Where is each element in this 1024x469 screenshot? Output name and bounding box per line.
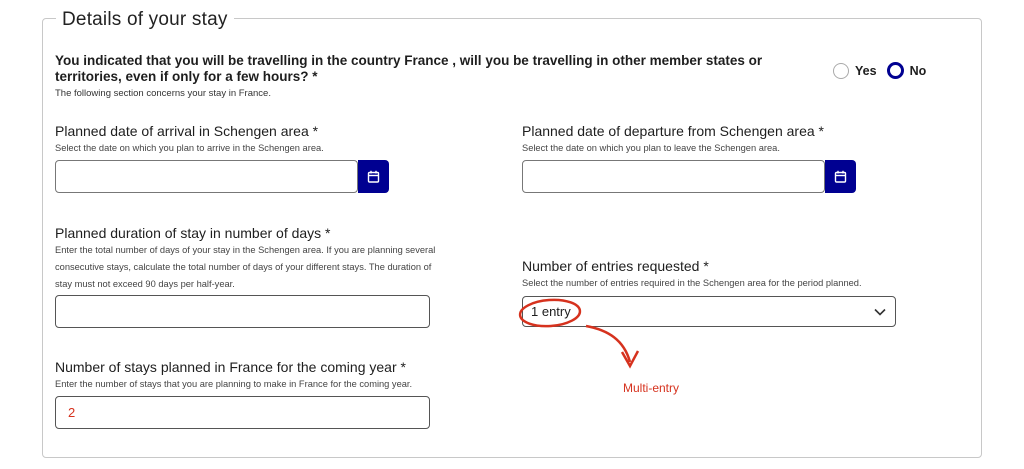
other-states-radio-group: Yes No [833,62,936,79]
duration-hint-line-2: consecutive stays, calculate the total n… [55,262,432,272]
departure-date-label: Planned date of departure from Schengen … [522,123,824,139]
departure-date-hint: Select the date on which you plan to lea… [522,143,780,153]
section-legend: Details of your stay [56,9,234,31]
stays-input[interactable]: 2 [55,396,430,429]
departure-calendar-button[interactable] [825,160,856,193]
duration-input[interactable] [55,295,430,328]
section-note: The following section concerns your stay… [55,88,271,99]
chevron-down-icon [874,308,886,316]
duration-hint-line-1: Enter the total number of days of your s… [55,245,436,255]
stays-hint: Enter the number of stays that you are p… [55,379,413,389]
duration-hint-line-3: stay must not exceed 90 days per half-ye… [55,279,235,289]
radio-yes[interactable]: Yes [833,62,877,79]
arrival-date-input[interactable] [55,160,358,193]
entries-hint: Select the number of entries required in… [522,278,862,288]
annotation-text: Multi-entry [623,381,680,395]
arrival-calendar-button[interactable] [358,160,389,193]
calendar-icon [367,170,380,183]
radio-no-circle[interactable] [886,62,904,79]
calendar-icon [834,170,847,183]
departure-date-input[interactable] [522,160,825,193]
entries-select[interactable]: 1 entry [522,296,896,327]
radio-no-label: No [909,63,927,78]
entries-selected-value: 1 entry [531,304,571,319]
entries-label: Number of entries requested * [522,258,709,274]
duration-label: Planned duration of stay in number of da… [55,225,331,241]
radio-yes-circle[interactable] [833,62,849,79]
radio-no[interactable]: No [886,62,927,79]
other-states-question: You indicated that you will be travellin… [55,53,763,84]
stays-label: Number of stays planned in France for th… [55,359,406,375]
radio-yes-label: Yes [855,63,877,78]
arrival-date-hint: Select the date on which you plan to arr… [55,143,324,153]
arrival-date-label: Planned date of arrival in Schengen area… [55,123,319,139]
